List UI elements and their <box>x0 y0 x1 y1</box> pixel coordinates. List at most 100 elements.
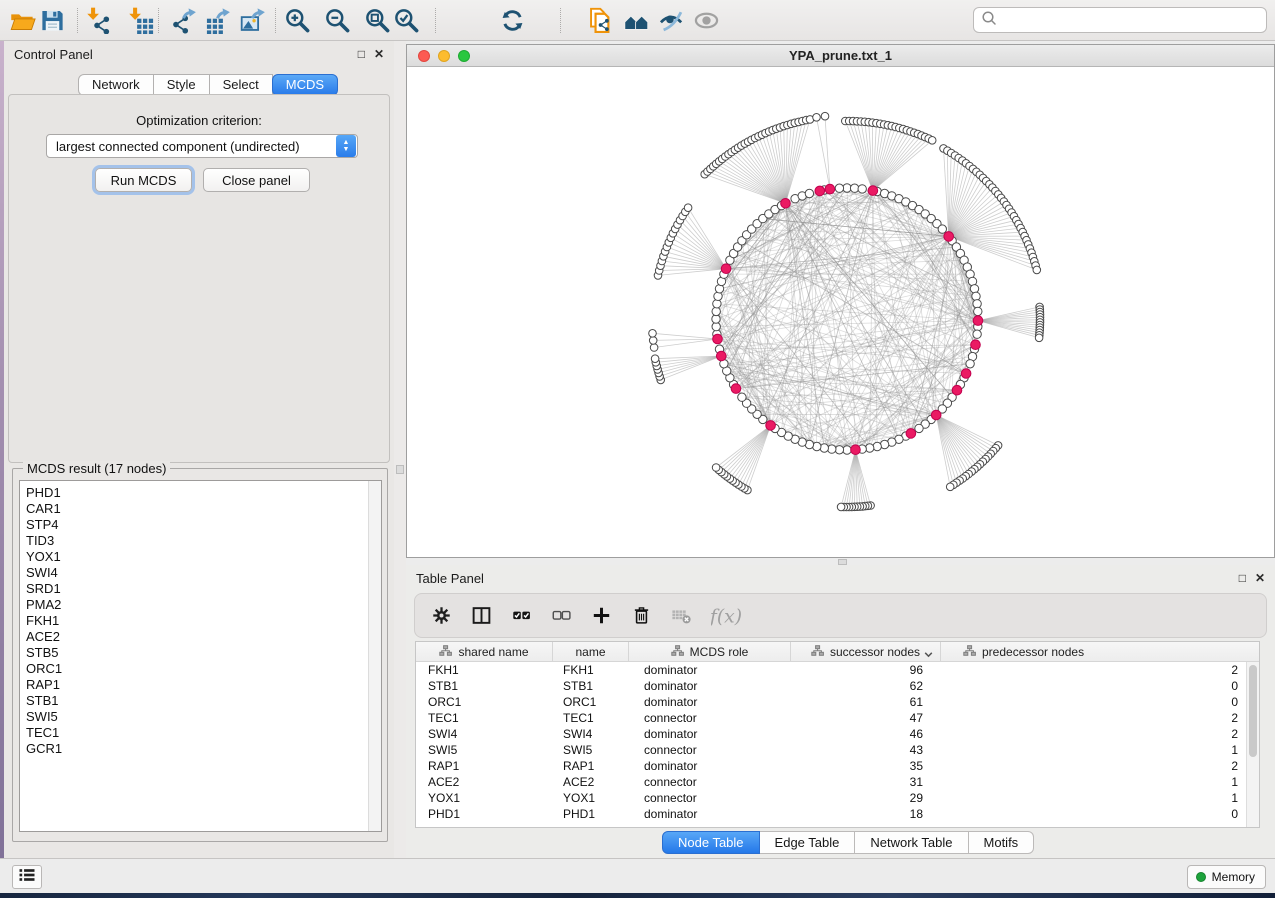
first-neighbors-icon[interactable] <box>622 6 650 34</box>
mcds-hub-node[interactable] <box>717 351 727 361</box>
table-row[interactable]: STB1STB1dominator620 <box>416 678 1259 694</box>
network-node[interactable] <box>712 307 720 315</box>
table-row[interactable]: SWI4SWI4dominator462 <box>416 726 1259 742</box>
mcds-result-item[interactable]: STB5 <box>20 645 381 661</box>
network-leaf-node[interactable] <box>684 204 692 212</box>
network-node[interactable] <box>966 360 974 368</box>
maximize-window-icon[interactable] <box>458 50 470 62</box>
minimize-window-icon[interactable] <box>438 50 450 62</box>
mcds-hub-node[interactable] <box>868 186 878 196</box>
mcds-hub-node[interactable] <box>944 232 954 242</box>
hide-selected-icon[interactable] <box>657 6 685 34</box>
gear-icon[interactable] <box>431 605 452 626</box>
export-network-icon[interactable] <box>169 6 197 34</box>
table-row[interactable]: FKH1FKH1dominator962 <box>416 662 1259 678</box>
mcds-hub-node[interactable] <box>781 199 791 209</box>
network-node[interactable] <box>738 393 746 401</box>
mcds-result-item[interactable]: SWI5 <box>20 709 381 725</box>
network-leaf-node[interactable] <box>1033 266 1041 274</box>
network-leaf-node[interactable] <box>813 114 821 122</box>
run-mcds-button[interactable]: Run MCDS <box>95 168 192 192</box>
open-file-icon[interactable] <box>8 6 36 34</box>
table-row[interactable]: ACE2ACE2connector311 <box>416 774 1259 790</box>
mcds-hub-node[interactable] <box>815 186 825 196</box>
tab-node-table[interactable]: Node Table <box>662 831 760 854</box>
zoom-out-icon[interactable] <box>323 6 351 34</box>
mcds-result-item[interactable]: STB1 <box>20 693 381 709</box>
network-node[interactable] <box>858 185 866 193</box>
mcds-result-item[interactable]: GCR1 <box>20 741 381 757</box>
mcds-hub-node[interactable] <box>971 340 981 350</box>
network-node[interactable] <box>805 189 813 197</box>
tab-network-table[interactable]: Network Table <box>855 831 968 854</box>
column-header-shared-name[interactable]: shared name <box>416 642 553 661</box>
mcds-hub-node[interactable] <box>973 316 983 326</box>
export-table-icon[interactable] <box>203 6 231 34</box>
delete-row-icon[interactable] <box>631 605 652 626</box>
mcds-hub-node[interactable] <box>731 384 741 394</box>
network-node[interactable] <box>835 184 843 192</box>
mcds-result-item[interactable]: PMA2 <box>20 597 381 613</box>
mcds-result-item[interactable]: YOX1 <box>20 549 381 565</box>
mcds-result-item[interactable]: FKH1 <box>20 613 381 629</box>
network-leaf-node[interactable] <box>946 483 954 491</box>
mcds-hub-node[interactable] <box>851 445 861 455</box>
select-all-icon[interactable] <box>511 605 532 626</box>
close-window-icon[interactable] <box>418 50 430 62</box>
mcds-result-item[interactable]: SRD1 <box>20 581 381 597</box>
mcds-hub-node[interactable] <box>713 334 723 344</box>
import-table-icon[interactable] <box>126 6 154 34</box>
network-node[interactable] <box>835 446 843 454</box>
network-graph-canvas[interactable] <box>407 67 1274 557</box>
network-leaf-node[interactable] <box>712 464 720 472</box>
network-leaf-node[interactable] <box>928 137 936 145</box>
table-row[interactable]: RAP1RAP1dominator352 <box>416 758 1259 774</box>
splitter-handle[interactable] <box>396 465 404 474</box>
close-panel-icon[interactable]: ✕ <box>1255 572 1265 584</box>
network-leaf-node[interactable] <box>821 112 829 120</box>
mcds-hub-node[interactable] <box>931 410 941 420</box>
network-leaf-node[interactable] <box>1035 334 1043 342</box>
mcds-result-item[interactable]: CAR1 <box>20 501 381 517</box>
mcds-result-item[interactable]: ORC1 <box>20 661 381 677</box>
table-row[interactable]: YOX1YOX1connector291 <box>416 790 1259 806</box>
mcds-hub-node[interactable] <box>952 385 962 395</box>
search-input[interactable] <box>997 10 1266 30</box>
network-node[interactable] <box>915 424 923 432</box>
zoom-fit-icon[interactable] <box>363 6 391 34</box>
mcds-result-item[interactable]: STP4 <box>20 517 381 533</box>
network-node[interactable] <box>873 442 881 450</box>
tab-network[interactable]: Network <box>78 74 154 96</box>
mcds-list-scrollbar[interactable] <box>368 481 381 831</box>
network-leaf-node[interactable] <box>650 344 658 352</box>
tab-edge-table[interactable]: Edge Table <box>760 831 856 854</box>
zoom-selected-icon[interactable] <box>392 6 420 34</box>
mcds-result-list[interactable]: PHD1CAR1STP4TID3YOX1SWI4SRD1PMA2FKH1ACE2… <box>19 480 382 832</box>
network-node[interactable] <box>973 330 981 338</box>
save-session-icon[interactable] <box>38 6 66 34</box>
zoom-in-icon[interactable] <box>283 6 311 34</box>
vertical-splitter[interactable] <box>394 41 406 858</box>
close-panel-button[interactable]: Close panel <box>203 168 310 192</box>
table-row[interactable]: TEC1TEC1connector472 <box>416 710 1259 726</box>
network-leaf-node[interactable] <box>649 330 657 338</box>
table-scrollbar[interactable] <box>1246 662 1259 827</box>
criterion-dropdown[interactable]: largest connected component (undirected)… <box>46 134 358 158</box>
new-network-from-selection-icon[interactable] <box>586 6 614 34</box>
mcds-result-item[interactable]: TID3 <box>20 533 381 549</box>
scrollbar-thumb[interactable] <box>1249 665 1257 757</box>
tab-mcds[interactable]: MCDS <box>272 74 338 96</box>
mcds-hub-node[interactable] <box>906 429 916 439</box>
network-leaf-node[interactable] <box>837 503 845 511</box>
network-leaf-node[interactable] <box>649 337 657 345</box>
network-node[interactable] <box>714 292 722 300</box>
mcds-result-item[interactable]: ACE2 <box>20 629 381 645</box>
mcds-result-item[interactable]: TEC1 <box>20 725 381 741</box>
float-window-icon[interactable]: □ <box>1239 572 1246 584</box>
network-node[interactable] <box>850 184 858 192</box>
network-leaf-node[interactable] <box>651 355 659 363</box>
tab-motifs[interactable]: Motifs <box>969 831 1035 854</box>
network-node[interactable] <box>820 444 828 452</box>
mcds-result-item[interactable]: PHD1 <box>20 485 381 501</box>
column-header-successor-nodes[interactable]: successor nodes <box>791 642 941 661</box>
